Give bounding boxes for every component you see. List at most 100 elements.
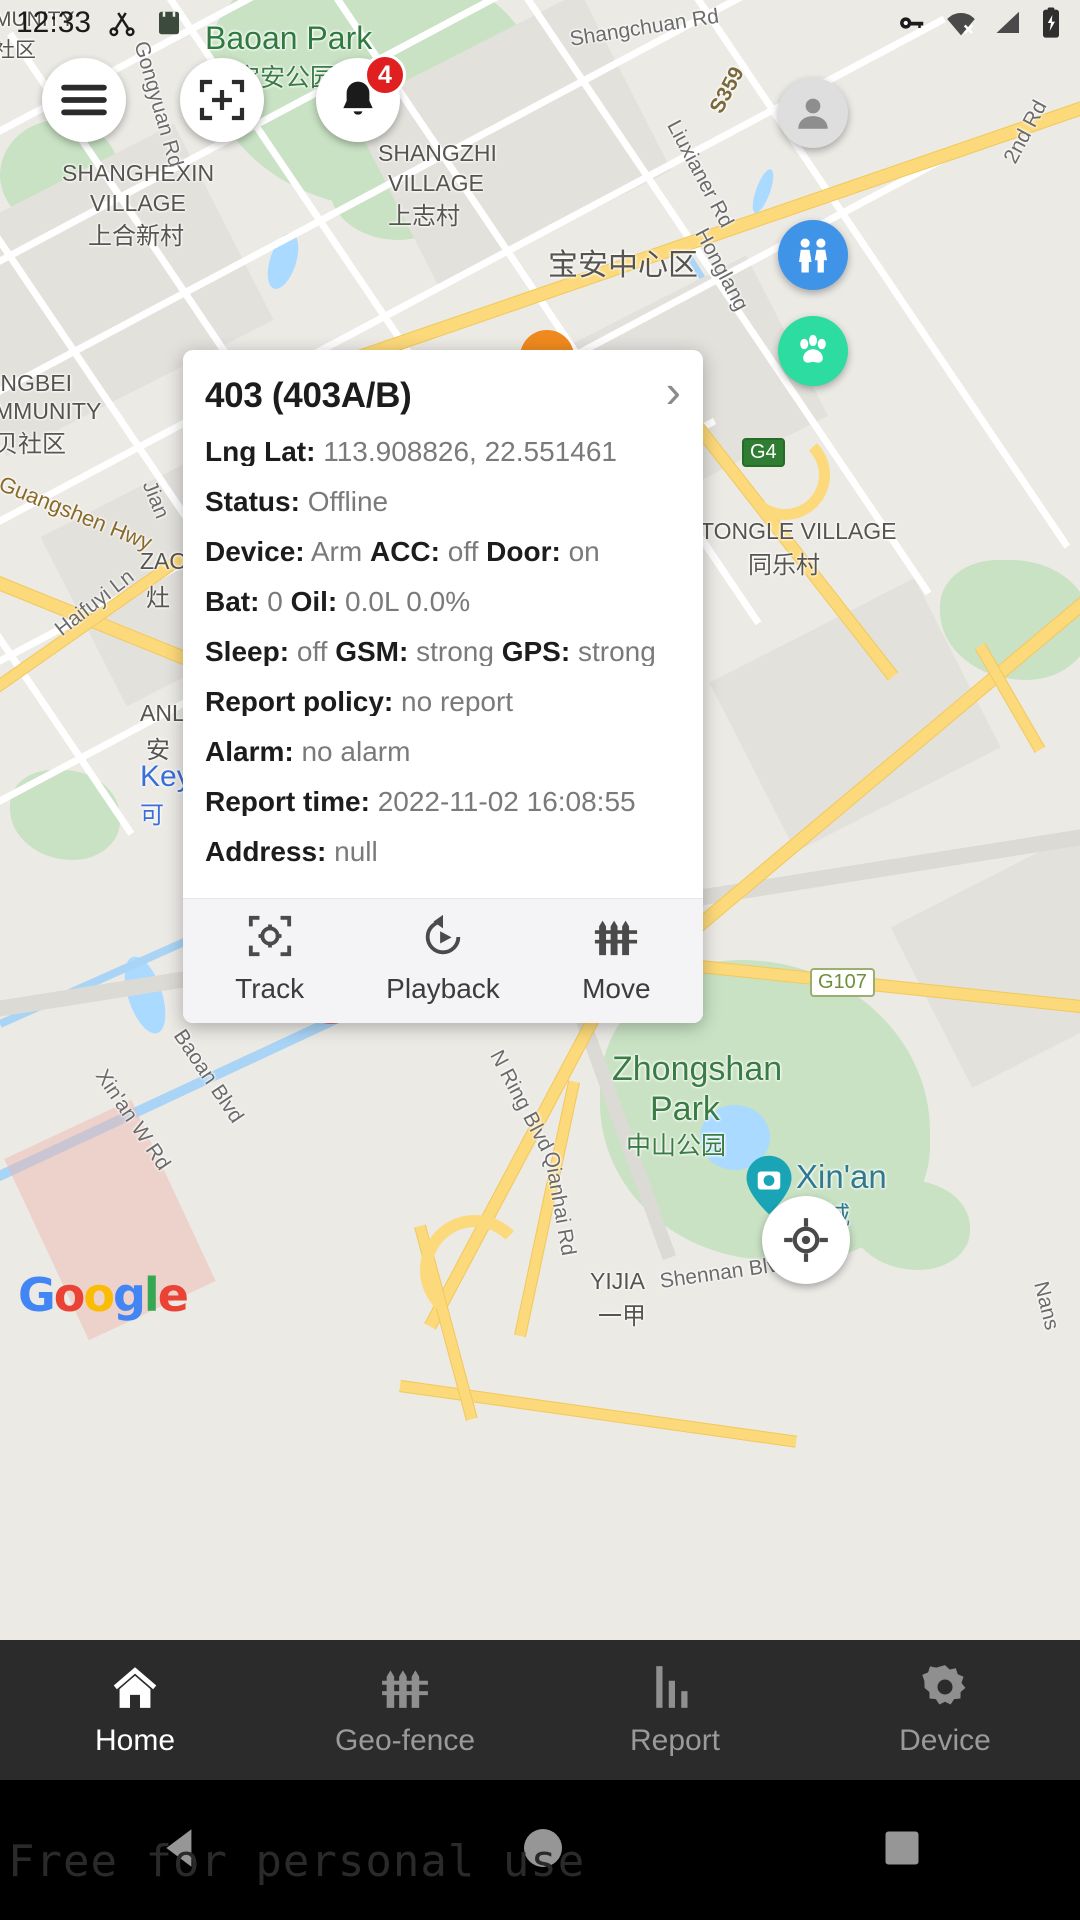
nav-label-home: Home [94, 1724, 176, 1757]
map-label-poi: Xin'an [796, 1158, 887, 1195]
map-label: SHANGHEXIN [62, 160, 215, 186]
route-shield-g107: G107 [810, 968, 875, 997]
info-row-report-time: Report time: 2022-11-02 16:08:55 [205, 788, 681, 816]
nav-label-report: Report [629, 1724, 721, 1757]
row-label: Lng Lat: [205, 438, 316, 466]
watermark-text: Free for personal use [8, 1836, 586, 1887]
map-label-cn: 社区 [0, 39, 36, 62]
row-label-gps: GPS: [501, 638, 571, 666]
map-label: Baoan Blvd [168, 1025, 249, 1128]
map-label: ANL [140, 700, 185, 726]
map-label-cn: 贝社区 [0, 431, 66, 458]
bar-chart-icon [656, 1666, 688, 1708]
people-icon [799, 238, 827, 273]
move-label: Move [582, 973, 651, 1004]
track-button[interactable]: Track [183, 913, 356, 1005]
map-label-cn: 上志村 [388, 203, 460, 230]
row-label: Sleep: [205, 638, 290, 666]
nav-item-device[interactable]: Device [810, 1640, 1080, 1780]
map-label-route: S359 [705, 63, 749, 118]
my-location-icon [784, 1218, 828, 1262]
row-value: no alarm [301, 738, 411, 766]
map-label-cn: 上合新村 [88, 223, 184, 250]
map-label-cn: 一甲 [598, 1303, 646, 1330]
alerts-badge: 4 [364, 54, 406, 96]
nav-label-geofence: Geo-fence [334, 1724, 476, 1757]
map-label: MMUNITY [0, 398, 102, 424]
row-value-oil: 0.0L 0.0% [345, 588, 471, 616]
row-value: Arm [310, 538, 363, 566]
row-label-gsm: GSM: [335, 638, 409, 666]
route-shield-g4: G4 [742, 438, 785, 467]
alerts-button[interactable]: 4 [316, 54, 406, 142]
info-card-header[interactable]: 403 (403A/B) › [205, 368, 681, 416]
map-label-cn: 同乐村 [748, 552, 820, 579]
menu-icon [61, 84, 107, 116]
nav-item-geofence[interactable]: Geo-fence [270, 1640, 540, 1780]
scan-icon [199, 79, 245, 121]
row-label: Address: [205, 838, 327, 866]
account-button[interactable] [778, 78, 848, 148]
row-value-gsm: strong [416, 638, 494, 666]
map-label: VILLAGE [388, 170, 484, 196]
map-label: ZAO [140, 548, 188, 574]
scan-button[interactable] [180, 58, 264, 142]
device-info-card[interactable]: 403 (403A/B) › Lng Lat: 113.908826, 22.5… [183, 350, 703, 1023]
locate-button[interactable] [762, 1196, 850, 1284]
row-value: 113.908826, 22.551461 [323, 438, 617, 466]
info-row-report-policy: Report policy: no report [205, 688, 681, 716]
map-label-park: Baoan Park [205, 20, 373, 56]
fence-icon [382, 1670, 428, 1708]
map-label: TONGLE VILLAGE [700, 518, 897, 544]
map-label-park: Park [650, 1090, 720, 1128]
track-target-icon [248, 915, 291, 957]
pets-button[interactable] [778, 316, 848, 386]
nav-label-device: Device [899, 1724, 991, 1757]
row-label: Device: [205, 538, 305, 566]
paw-icon [800, 334, 826, 363]
device-title: 403 (403A/B) [205, 376, 412, 415]
bottom-navigation: Home Geo-fence Report Device [0, 1640, 1080, 1780]
info-row-address: Address: null [205, 838, 681, 866]
chevron-right-icon[interactable]: › [666, 368, 681, 414]
highway-loop-1 [420, 1215, 530, 1325]
map-label-poi-cn: 可 [140, 802, 164, 829]
system-recents-button[interactable] [880, 1826, 924, 1875]
map-label: Nans [1029, 1279, 1064, 1333]
nav-item-report[interactable]: Report [540, 1640, 810, 1780]
map-label-park: Zhongshan [612, 1050, 783, 1088]
menu-button[interactable] [42, 58, 126, 142]
replay-icon [425, 914, 461, 955]
row-label: Bat: [205, 588, 260, 616]
playback-button[interactable]: Playback [356, 913, 529, 1005]
row-label-door: Door: [486, 538, 561, 566]
info-row-device: Device: Arm ACC: off Door: on [205, 538, 681, 566]
row-label: Alarm: [205, 738, 294, 766]
row-value: 0 [267, 588, 283, 616]
row-label-oil: Oil: [290, 588, 338, 616]
row-value: 2022-11-02 16:08:55 [377, 788, 636, 816]
row-label-acc: ACC: [369, 538, 440, 566]
map-label: MUNITY [0, 8, 75, 31]
map-label-cn: 灶 [146, 585, 170, 612]
row-label: Report time: [205, 788, 370, 816]
row-label: Status: [205, 488, 300, 516]
map-label-cn: 宝安中心区 [548, 249, 698, 282]
row-value: off [296, 638, 328, 666]
info-row-alarm: Alarm: no alarm [205, 738, 681, 766]
playback-label: Playback [386, 973, 500, 1004]
info-card-actions: Track Playback Move [183, 898, 703, 1023]
info-row-bat: Bat: 0 Oil: 0.0L 0.0% [205, 588, 681, 616]
nav-item-home[interactable]: Home [0, 1640, 270, 1780]
account-icon [798, 98, 828, 129]
row-value-door: on [568, 538, 600, 566]
recents-square-icon [885, 1831, 919, 1864]
map-label: INGBEI [0, 370, 72, 396]
row-value-gps: strong [577, 638, 656, 666]
info-row-status: Status: Offline [205, 488, 681, 516]
move-button[interactable]: Move [530, 913, 703, 1005]
map-label: YIJIA [590, 1268, 645, 1294]
row-value: no report [401, 688, 514, 716]
row-value-acc: off [447, 538, 479, 566]
people-button[interactable] [778, 220, 848, 290]
